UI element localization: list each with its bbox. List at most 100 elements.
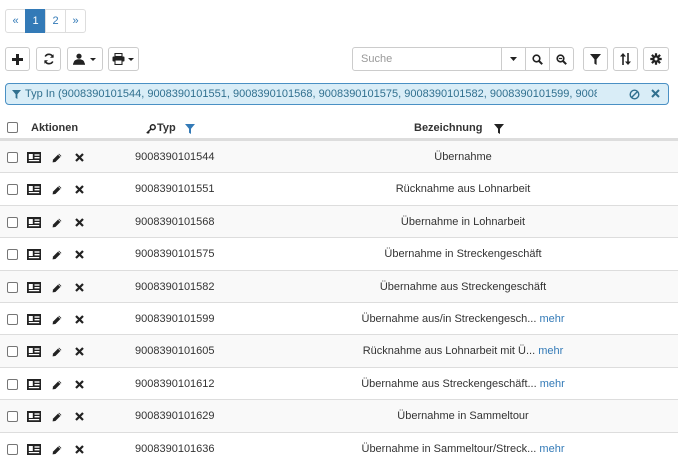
gear-icon xyxy=(650,53,662,65)
edit-icon[interactable] xyxy=(52,218,62,231)
add-button[interactable] xyxy=(5,47,30,71)
row-checkbox[interactable] xyxy=(7,378,18,390)
details-icon[interactable] xyxy=(27,216,41,231)
table-row[interactable]: 9008390101551 Rücknahme aus Lohnarbeit xyxy=(0,172,678,205)
delete-icon[interactable] xyxy=(75,412,84,424)
more-link[interactable]: mehr xyxy=(539,443,564,455)
table-row[interactable]: 9008390101599 Übernahme aus/in Streckenge… xyxy=(0,302,678,335)
edit-icon[interactable] xyxy=(52,283,62,296)
details-icon[interactable] xyxy=(27,443,41,458)
table-row[interactable]: 9008390101629 Übernahme in Sammeltour xyxy=(0,399,678,433)
filter-description[interactable]: Typ In (9008390101544, 9008390101551, 90… xyxy=(25,88,597,100)
row-checkbox[interactable] xyxy=(7,281,18,293)
select-all-checkbox[interactable] xyxy=(7,122,18,133)
filter-button[interactable] xyxy=(583,47,608,71)
pagination-page-2[interactable]: 2 xyxy=(45,9,66,33)
delete-icon[interactable] xyxy=(75,218,84,230)
cell-bezeichnung: Rücknahme aus Lohnarbeit mit Ü... mehr xyxy=(253,345,673,357)
header-typ[interactable]: Typ xyxy=(157,122,176,134)
search-input[interactable] xyxy=(352,47,502,71)
print-dropdown-button[interactable] xyxy=(108,47,139,71)
details-icon[interactable] xyxy=(27,152,41,166)
row-checkbox[interactable] xyxy=(7,411,18,423)
search-clear-button[interactable] xyxy=(549,47,574,71)
delete-icon[interactable] xyxy=(75,315,84,327)
bezeichnung-text: Übernahme in Lohnarbeit xyxy=(400,215,526,228)
delete-icon[interactable] xyxy=(75,444,84,457)
pagination-page-1[interactable]: 1 xyxy=(25,9,46,33)
edit-icon[interactable] xyxy=(52,445,62,458)
delete-icon[interactable] xyxy=(75,185,84,197)
caret-down-icon xyxy=(510,57,517,61)
edit-icon[interactable] xyxy=(52,250,62,263)
column-filter-icon[interactable] xyxy=(494,124,504,134)
cell-typ: 9008390101599 xyxy=(135,313,215,325)
search-button[interactable] xyxy=(525,47,550,71)
edit-icon[interactable] xyxy=(52,315,62,328)
table-row[interactable]: 9008390101582 Übernahme aus Streckengesch… xyxy=(0,269,678,303)
details-icon[interactable] xyxy=(27,378,41,393)
bezeichnung-text: Übernahme in Sammeltour/Streck... xyxy=(361,442,537,455)
delete-icon[interactable] xyxy=(75,282,84,295)
row-checkbox[interactable] xyxy=(7,152,18,163)
bezeichnung-text: Übernahme aus Streckengeschäft... xyxy=(361,377,537,390)
table-row[interactable]: 9008390101636 Übernahme in Sammeltour/Str… xyxy=(0,431,678,465)
pagination: « 1 2 » xyxy=(5,9,86,33)
edit-icon[interactable] xyxy=(52,153,62,166)
refresh-button[interactable] xyxy=(36,47,61,71)
table-row[interactable]: 9008390101605 Rücknahme aus Lohnarbeit mi… xyxy=(0,334,678,368)
cell-bezeichnung: Übernahme aus/in Streckengesch... mehr xyxy=(253,313,673,325)
cell-bezeichnung: Übernahme aus Streckengeschäft... mehr xyxy=(253,378,673,390)
details-icon[interactable] xyxy=(27,184,41,198)
table-row[interactable]: 9008390101575 Übernahme in Streckengeschä… xyxy=(0,237,678,270)
edit-icon[interactable] xyxy=(52,347,62,360)
more-link[interactable]: mehr xyxy=(538,345,563,357)
row-checkbox[interactable] xyxy=(7,314,18,325)
active-filter-bar: Typ In (9008390101544, 9008390101551, 90… xyxy=(5,83,669,105)
user-dropdown-icon xyxy=(73,53,96,65)
details-icon[interactable] xyxy=(27,346,41,360)
table-row[interactable]: 9008390101544 Übernahme xyxy=(0,140,678,173)
sort-button[interactable] xyxy=(613,47,638,71)
row-checkbox[interactable] xyxy=(7,184,18,196)
search-dropdown-button[interactable] xyxy=(501,47,526,71)
bezeichnung-text: Übernahme aus Streckengeschäft xyxy=(379,280,547,293)
cell-bezeichnung: Übernahme in Streckengeschäft xyxy=(253,248,673,260)
details-icon[interactable] xyxy=(27,249,41,263)
delete-icon[interactable] xyxy=(75,250,84,262)
filter-icon xyxy=(12,89,21,99)
details-icon[interactable] xyxy=(27,314,41,328)
table-row[interactable]: 9008390101568 Übernahme in Lohnarbeit xyxy=(0,204,678,238)
bezeichnung-text: Rücknahme aus Lohnarbeit mit Ü... xyxy=(362,345,536,358)
settings-button[interactable] xyxy=(643,47,669,71)
edit-icon[interactable] xyxy=(52,412,62,425)
cell-typ: 9008390101636 xyxy=(135,442,215,455)
more-link[interactable]: mehr xyxy=(539,313,564,325)
header-actions: Aktionen xyxy=(31,122,79,134)
column-filter-active-icon[interactable] xyxy=(185,124,195,134)
row-checkbox[interactable] xyxy=(7,346,18,358)
row-checkbox[interactable] xyxy=(7,216,18,228)
edit-icon[interactable] xyxy=(52,185,62,198)
remove-filter-icon[interactable] xyxy=(651,89,660,98)
table-row[interactable]: 9008390101612 Übernahme aus Streckengesch… xyxy=(0,366,678,400)
delete-icon[interactable] xyxy=(75,153,84,165)
row-checkbox[interactable] xyxy=(7,443,18,455)
edit-icon[interactable] xyxy=(52,380,62,393)
search-group xyxy=(352,47,577,71)
disable-filter-icon[interactable] xyxy=(629,89,640,100)
delete-icon[interactable] xyxy=(75,347,84,359)
more-link[interactable]: mehr xyxy=(540,378,565,390)
pagination-next[interactable]: » xyxy=(65,9,86,33)
cell-typ: 9008390101582 xyxy=(135,280,215,293)
bezeichnung-text: Übernahme aus/in Streckengesch... xyxy=(361,313,537,325)
user-dropdown-button[interactable] xyxy=(67,47,103,71)
details-icon[interactable] xyxy=(27,411,41,425)
pagination-prev[interactable]: « xyxy=(5,9,26,33)
row-checkbox[interactable] xyxy=(7,249,18,261)
header-bezeichnung[interactable]: Bezeichnung xyxy=(414,122,482,134)
details-icon[interactable] xyxy=(27,281,41,296)
delete-icon[interactable] xyxy=(75,380,84,392)
print-dropdown-icon xyxy=(112,53,134,65)
cell-typ: 9008390101575 xyxy=(135,248,215,261)
